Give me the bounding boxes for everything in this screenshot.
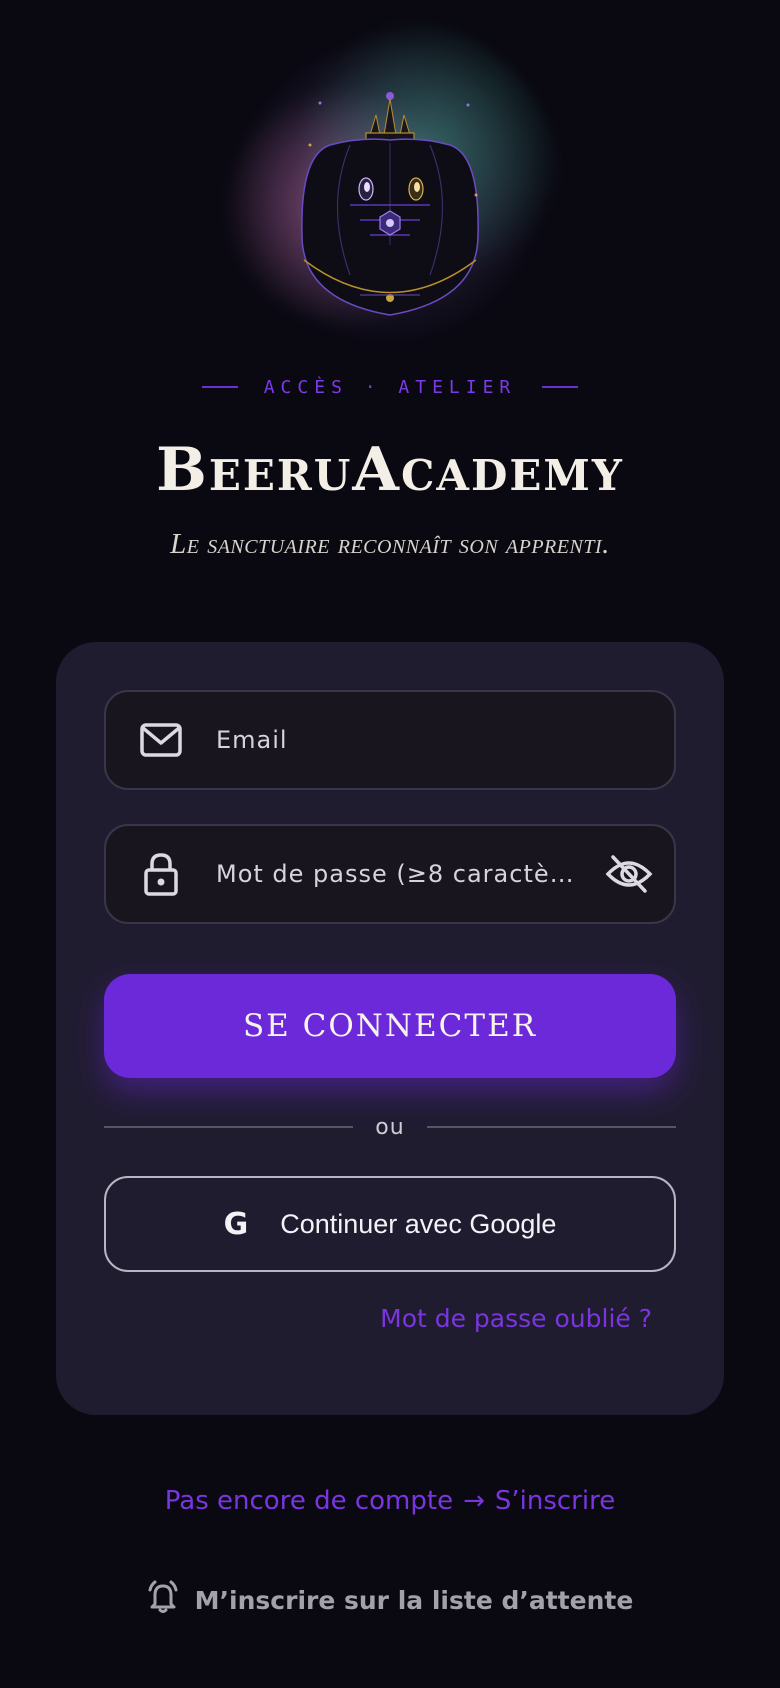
google-icon: G bbox=[223, 1206, 249, 1242]
app-title: BeeruAcademy bbox=[156, 435, 624, 505]
divider-label: ou bbox=[375, 1114, 405, 1140]
google-button-label: Continuer avec Google bbox=[280, 1208, 557, 1239]
google-signin-button[interactable]: G Continuer avec Google bbox=[104, 1176, 676, 1272]
divider-line-right bbox=[426, 1126, 676, 1128]
eyebrow-line-right bbox=[542, 386, 579, 388]
mail-icon bbox=[106, 723, 216, 757]
eyebrow-line-left bbox=[201, 386, 238, 388]
eye-off-icon[interactable] bbox=[584, 854, 674, 894]
signup-prompt[interactable]: Pas encore de compte → S’inscrire bbox=[0, 1486, 780, 1516]
hero bbox=[0, 0, 780, 360]
signup-link[interactable]: S’inscrire bbox=[495, 1486, 615, 1516]
eyebrow-text: ACCÈS · ATELIER bbox=[263, 376, 517, 398]
waitlist-label[interactable]: M’inscrire sur la liste d’attente bbox=[195, 1586, 634, 1615]
app-subtitle: Le sanctuaire reconnaît son apprenti. bbox=[170, 528, 610, 560]
login-button[interactable]: SE CONNECTER bbox=[104, 974, 676, 1078]
mascot-illustration bbox=[301, 92, 479, 316]
or-divider: ou bbox=[104, 1112, 676, 1142]
lock-icon bbox=[106, 852, 216, 896]
email-input[interactable] bbox=[216, 726, 674, 754]
eyebrow: ACCÈS · ATELIER bbox=[0, 372, 780, 402]
arrow-right-icon: → bbox=[463, 1486, 485, 1516]
login-card: SE CONNECTER ou G Continuer avec Google … bbox=[56, 642, 724, 1415]
no-account-text[interactable]: Pas encore de compte bbox=[165, 1486, 453, 1516]
waitlist-link[interactable]: M’inscrire sur la liste d’attente bbox=[0, 1580, 780, 1620]
forgot-password-link[interactable]: Mot de passe oublié ? bbox=[380, 1304, 652, 1333]
email-field[interactable] bbox=[104, 690, 676, 790]
bell-alert-icon bbox=[147, 1580, 179, 1620]
password-field[interactable] bbox=[104, 824, 676, 924]
divider-line-left bbox=[104, 1126, 354, 1128]
password-input[interactable] bbox=[216, 860, 584, 888]
